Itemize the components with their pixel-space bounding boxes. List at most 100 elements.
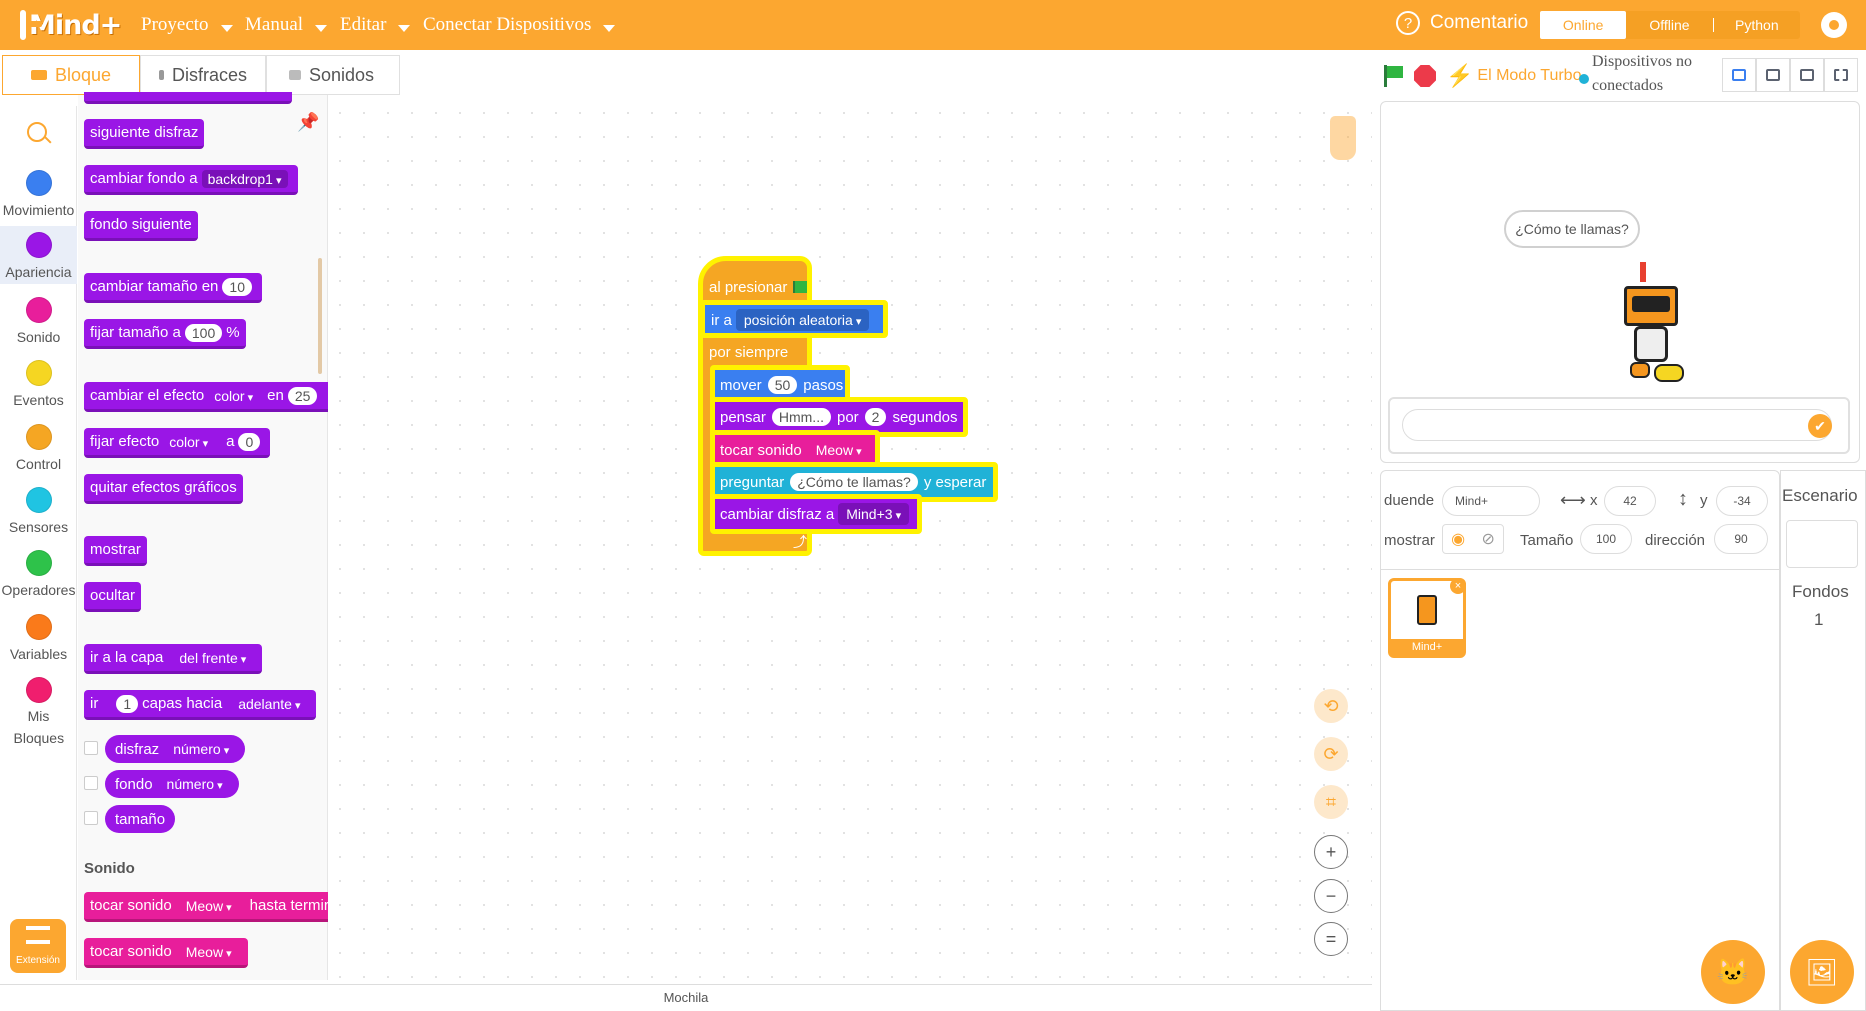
delete-icon[interactable]: × [1450,578,1466,594]
zoom-in-icon[interactable]: + [1314,835,1348,869]
block-dropdown[interactable]: posición aleatoria [735,309,870,331]
palette-reporter-costume[interactable]: disfraz número [105,735,246,763]
answer-input[interactable] [1402,409,1832,441]
block-input[interactable]: ¿Cómo te llamas? [790,473,918,491]
script-think-block[interactable]: pensar Hmm... por 2 segundos [714,402,964,432]
block-input[interactable]: 25 [287,386,318,405]
pin-icon[interactable]: 📌 [297,112,319,133]
block-dropdown[interactable]: Meow [810,441,868,459]
block-input[interactable]: 1 [116,694,139,713]
menu-conectar[interactable]: Conectar Dispositivos [423,0,616,50]
stop-icon[interactable] [1414,58,1436,94]
block-input[interactable]: 0 [238,432,261,451]
block-dropdown[interactable]: del frente [173,649,252,667]
category-operadores[interactable]: Operadores [0,550,77,598]
palette-block-go-to-layer[interactable]: ir a la capa del frente [84,644,263,674]
menu-proyecto[interactable]: Proyecto [141,0,233,50]
block-dropdown[interactable]: Mind+3 [838,503,910,525]
palette-block-play-sound-until-done[interactable]: tocar sonido Meow hasta termir [84,892,329,922]
palette-block-next-backdrop[interactable]: fondo siguiente [84,211,198,241]
eye-off-icon[interactable]: ⊘ [1481,529,1494,549]
monitor-checkbox[interactable] [84,741,98,755]
block-dropdown[interactable]: backdrop1 [201,169,288,188]
script-play-sound-block[interactable]: tocar sonido Meow [714,435,878,465]
app-logo[interactable]: Mind+ [20,7,122,43]
palette-block-switch-backdrop[interactable]: cambiar fondo a backdrop1 [84,165,298,195]
script-ask-block[interactable]: preguntar ¿Cómo te llamas? y esperar [714,467,992,497]
x-field[interactable]: 42 [1604,486,1656,516]
palette-block-start-sound[interactable]: tocar sonido Meow [84,938,248,968]
category-control[interactable]: Control [0,424,77,472]
add-backdrop-icon[interactable]: 🖼 [1790,940,1854,1004]
block-input[interactable]: 2 [864,408,887,426]
redo-icon[interactable]: ⟳ [1314,737,1348,771]
category-eventos[interactable]: Eventos [0,360,77,408]
block-dropdown[interactable]: adelante [232,695,306,713]
mode-online[interactable]: Online [1540,11,1627,39]
comment-button[interactable]: ? Comentario [1396,11,1528,35]
large-stage-icon[interactable] [1756,58,1790,92]
category-movimiento[interactable]: Movimiento [0,170,77,222]
size-field[interactable]: 100 [1580,524,1632,554]
palette-block-clear-effects[interactable]: quitar efectos gráficos [84,474,243,504]
palette-scrollbar[interactable] [318,258,322,374]
palette-block-go-layers[interactable]: ir 1 capas hacia adelante [84,690,317,720]
stage-only-icon[interactable] [1790,58,1824,92]
category-mis-bloques[interactable]: Mis Bloques [0,677,77,749]
checkmark-icon[interactable]: ✔ [1808,414,1832,438]
tab-bloque[interactable]: Bloque [2,55,140,95]
block-dropdown[interactable]: color [208,387,259,405]
palette-block-change-size[interactable]: cambiar tamaño en 10 [84,273,262,303]
direction-field[interactable]: 90 [1714,524,1768,554]
block-dropdown[interactable]: número [167,740,235,758]
sprite-name-field[interactable]: Mind+ [1442,486,1540,516]
code-workspace[interactable] [328,101,1372,981]
category-sensores[interactable]: Sensores [0,487,77,535]
eye-icon[interactable]: ◉ [1451,529,1465,549]
palette-block-next-costume[interactable]: siguiente disfraz [84,119,205,149]
search-icon[interactable] [27,122,47,142]
y-field[interactable]: -34 [1716,486,1768,516]
block-input[interactable]: 100 [184,323,223,342]
block-dropdown[interactable]: color [163,433,214,451]
zoom-reset-icon[interactable]: = [1314,922,1348,956]
palette-block-set-size[interactable]: fijar tamaño a 100% [84,319,246,349]
fullscreen-icon[interactable] [1824,58,1858,92]
palette-block-partial[interactable] [84,92,292,104]
palette-reporter-size[interactable]: tamaño [105,805,176,833]
backdrop-thumbnail[interactable] [1786,520,1858,568]
menu-editar[interactable]: Editar [340,0,411,50]
script-hat-block[interactable]: al presionar [703,272,813,302]
menu-manual[interactable]: Manual [245,0,328,50]
monitor-checkbox[interactable] [84,811,98,825]
palette-block-hide[interactable]: ocultar [84,582,142,612]
palette-block-set-effect[interactable]: fijar efectocolora0 [84,428,271,458]
small-stage-icon[interactable] [1722,58,1756,92]
tab-disfraces[interactable]: Disfraces [140,55,266,95]
palette-block-show[interactable]: mostrar [84,536,147,566]
crop-icon[interactable]: ⌗ [1314,785,1348,819]
zoom-out-icon[interactable]: − [1314,879,1348,913]
block-dropdown[interactable]: Meow [180,897,238,915]
gear-icon[interactable] [1821,12,1847,38]
block-input[interactable]: Hmm... [771,408,831,426]
palette-block-change-effect[interactable]: cambiar el efectocoloren25 [84,382,328,412]
block-input[interactable]: 10 [222,277,252,296]
script-switch-costume-block[interactable]: cambiar disfraz a Mind+3 [714,499,919,529]
category-variables[interactable]: Variables [0,614,77,662]
script-forever-block[interactable]: por siempre [703,338,794,366]
category-apariencia[interactable]: Apariencia [0,226,77,284]
script-goto-block[interactable]: ir a posición aleatoria [705,305,879,335]
mode-python[interactable]: Python [1714,11,1800,39]
block-input[interactable]: 50 [767,376,798,394]
mode-offline[interactable]: Offline [1626,11,1712,39]
block-dropdown[interactable]: Meow [180,943,238,961]
green-flag-icon[interactable] [1382,58,1404,94]
palette-reporter-backdrop[interactable]: fondo número [105,770,239,798]
turbo-mode[interactable]: ⚡ El Modo Turbo [1446,58,1581,94]
monitor-checkbox[interactable] [84,776,98,790]
backpack-bar[interactable]: Mochila [0,984,1372,1011]
sprite-thumbnail[interactable]: × Mind+ [1388,578,1466,658]
undo-icon[interactable]: ⟲ [1314,689,1348,723]
category-sonido[interactable]: Sonido [0,297,77,345]
